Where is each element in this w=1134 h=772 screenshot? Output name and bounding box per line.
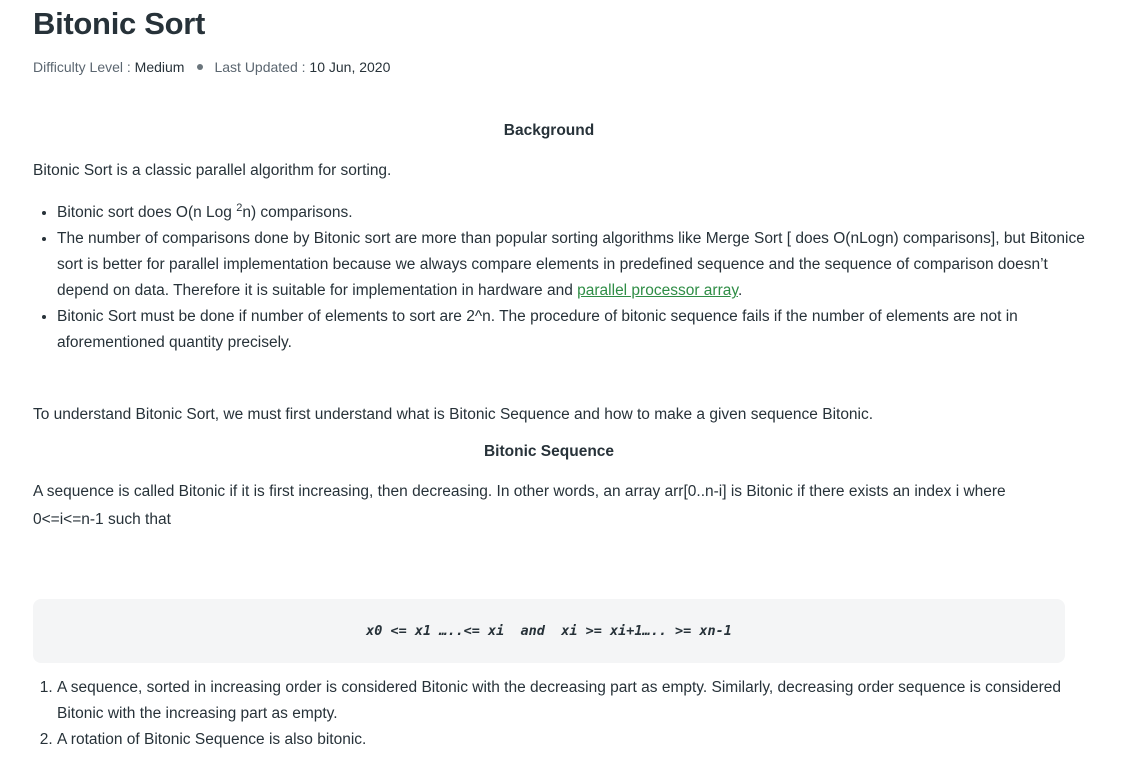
list-item: A sequence, sorted in increasing order i… — [57, 675, 1089, 727]
background-intro: Bitonic Sort is a classic parallel algor… — [33, 162, 392, 179]
background-heading: Background — [503, 122, 595, 139]
difficulty-label: Difficulty Level : — [33, 59, 135, 75]
list-item: Bitonic Sort must be done if number of e… — [57, 304, 1089, 356]
article-meta: Difficulty Level : Medium Last Updated : … — [33, 59, 390, 75]
difficulty-value[interactable]: Medium — [135, 59, 185, 75]
bullet-text: n) comparisons. — [242, 204, 353, 222]
updated-value: 10 Jun, 2020 — [309, 59, 391, 75]
parallel-processor-array-link[interactable]: parallel processor array — [577, 282, 738, 299]
bullet-text: Bitonic Sort must be done if number of e… — [57, 308, 1018, 352]
bullet-text: . — [737, 282, 743, 300]
bitonic-sequence-heading: Bitonic Sequence — [483, 443, 615, 460]
sequence-notes-list: A sequence, sorted in increasing order i… — [33, 675, 1089, 753]
background-bullet-list: Bitonic sort does O(n Log 2n) comparison… — [33, 195, 1089, 356]
sequence-definition: A sequence is called Bitonic if it is fi… — [33, 483, 1006, 528]
bullet-text: Bitonic sort does O(n Log — [57, 204, 237, 222]
separator-dot-icon — [197, 64, 204, 71]
formula-code-block: x0 <= x1 …..<= xi and xi >= xi+1….. >= x… — [33, 599, 1065, 663]
list-item: Bitonic sort does O(n Log 2n) comparison… — [57, 195, 1089, 226]
list-item: The number of comparisons done by Bitoni… — [57, 226, 1089, 304]
updated-label: Last Updated : — [214, 59, 310, 75]
background-closing: To understand Bitonic Sort, we must firs… — [33, 406, 874, 423]
list-item: A rotation of Bitonic Sequence is also b… — [57, 727, 1089, 753]
page-title: Bitonic Sort — [33, 6, 206, 41]
formula-text: x0 <= x1 …..<= xi and xi >= xi+1….. >= x… — [366, 623, 732, 639]
bullet-text: The number of comparisons done by Bitoni… — [57, 230, 1085, 300]
